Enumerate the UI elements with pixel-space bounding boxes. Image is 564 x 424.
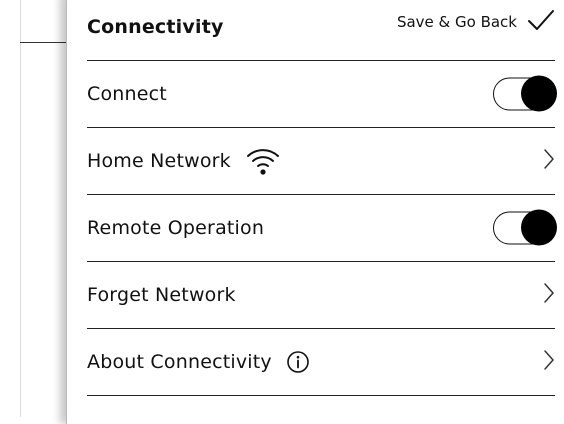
- row-about-connectivity-label: About Connectivity: [87, 351, 272, 373]
- toggle-knob: [521, 209, 557, 246]
- page-title: Connectivity: [87, 16, 224, 38]
- background-pane: [0, 0, 68, 417]
- row-remote-operation[interactable]: Remote Operation: [87, 195, 557, 262]
- connectivity-panel: Connectivity Save & Go Back Connect Home…: [66, 0, 564, 424]
- save-and-go-back-label: Save & Go Back: [396, 13, 517, 31]
- row-remote-operation-label: Remote Operation: [87, 217, 265, 239]
- remote-operation-toggle[interactable]: [493, 209, 557, 246]
- row-connect-label: Connect: [87, 83, 167, 105]
- chevron-right-icon: [543, 349, 555, 375]
- row-connect[interactable]: Connect: [87, 61, 557, 128]
- row-home-network[interactable]: Home Network: [87, 128, 555, 195]
- toggle-knob: [521, 75, 557, 112]
- row-forget-network-label: Forget Network: [87, 284, 236, 306]
- save-and-go-back-button[interactable]: Save & Go Back: [397, 8, 555, 36]
- settings-list: Connect Home Network Remote Operation Fo…: [87, 61, 557, 396]
- row-about-connectivity[interactable]: About Connectivity: [87, 329, 555, 396]
- chevron-right-icon: [543, 148, 555, 174]
- background-divider: [20, 42, 68, 43]
- row-forget-network[interactable]: Forget Network: [87, 262, 555, 329]
- checkmark-icon: [527, 8, 555, 36]
- wifi-icon: [245, 146, 281, 176]
- background-divider-vertical: [20, 0, 21, 417]
- info-icon[interactable]: [286, 350, 310, 374]
- row-home-network-label: Home Network: [87, 150, 231, 172]
- connect-toggle[interactable]: [493, 75, 557, 112]
- chevron-right-icon: [543, 282, 555, 308]
- panel-header: Connectivity Save & Go Back: [87, 0, 555, 61]
